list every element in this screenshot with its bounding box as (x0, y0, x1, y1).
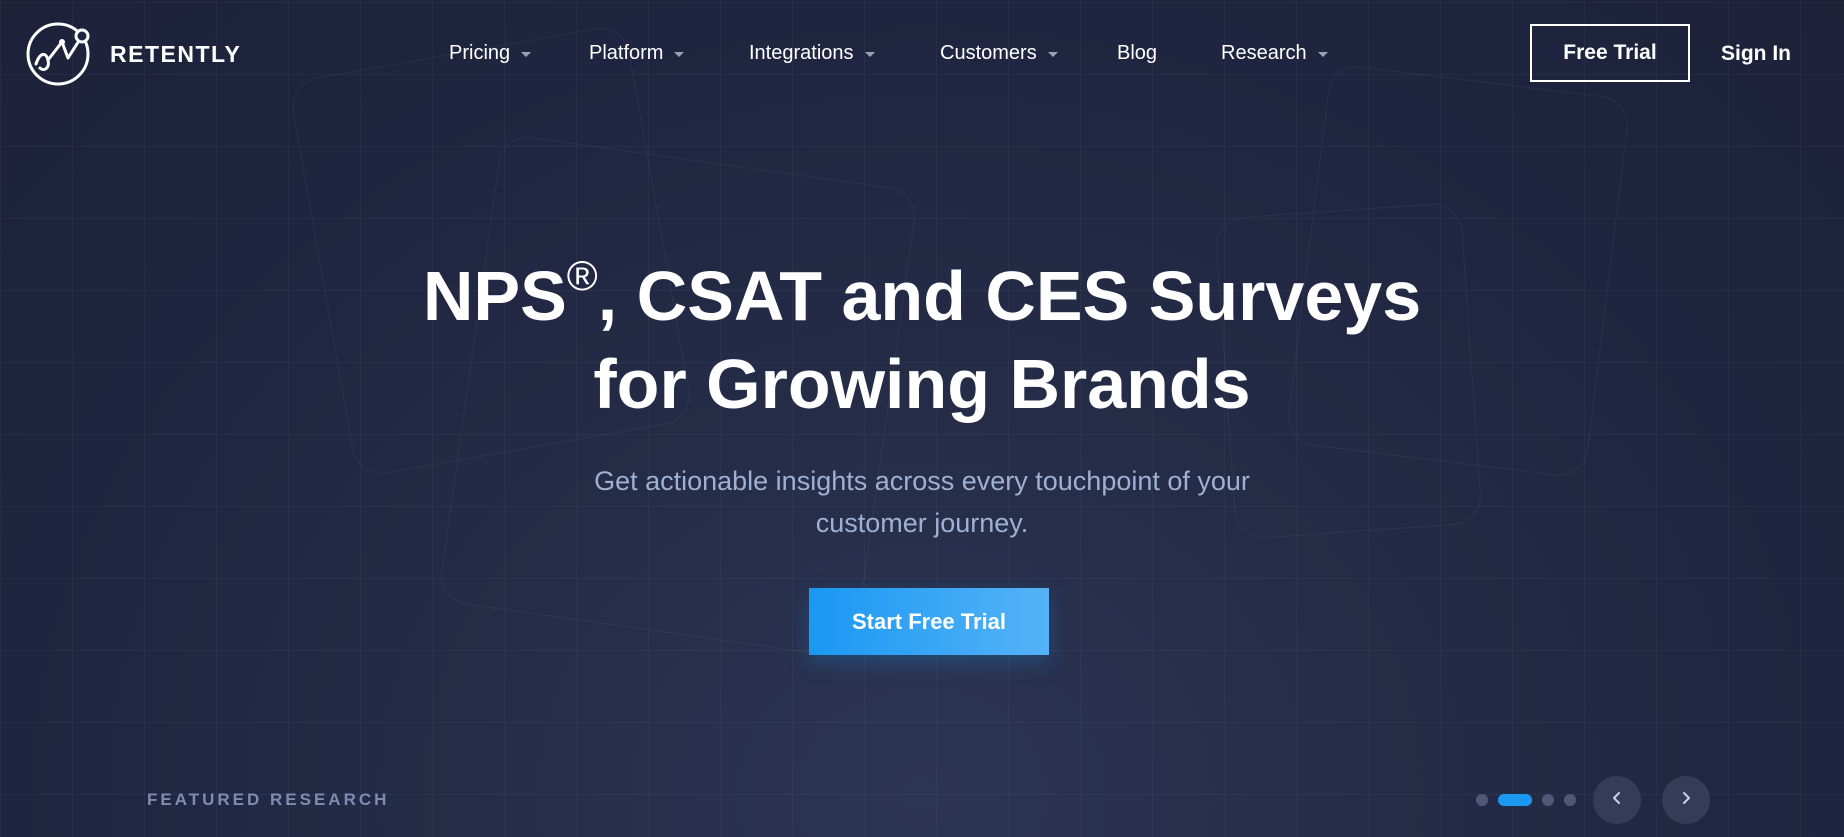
nav-item-customers[interactable]: Customers (940, 42, 1058, 65)
caret-down-icon (1317, 51, 1328, 57)
chevron-left-icon (1609, 790, 1625, 811)
hero-subtitle: Get actionable insights across every tou… (522, 460, 1322, 544)
carousel-dot[interactable] (1564, 794, 1576, 806)
nav-item-research[interactable]: Research (1221, 42, 1328, 65)
nav-item-label: Pricing (449, 42, 511, 64)
caret-down-icon (674, 51, 685, 57)
caret-down-icon (521, 51, 532, 57)
sign-in-link[interactable]: Sign In (1721, 42, 1791, 66)
featured-research-label: FEATURED RESEARCH (147, 790, 390, 809)
nav-item-pricing[interactable]: Pricing (449, 42, 532, 65)
carousel-pagination (1476, 794, 1586, 806)
carousel-dot-active[interactable] (1498, 794, 1532, 806)
nav-item-blog[interactable]: Blog (1117, 42, 1157, 65)
brand-name: RETENTLY (110, 40, 242, 67)
caret-down-icon (864, 51, 875, 57)
carousel-prev-button[interactable] (1593, 776, 1641, 824)
hero-title-rest: , CSAT and CES Surveys (597, 257, 1422, 335)
hero-title-line-2: for Growing Brands (593, 345, 1251, 423)
chevron-right-icon (1678, 790, 1694, 811)
hero-title: NPS®, CSAT and CES Surveys for Growing B… (322, 252, 1522, 428)
brand-logo-link[interactable]: RETENTLY (24, 22, 241, 86)
hero-subtitle-line-2: customer journey. (815, 508, 1029, 538)
nav-item-label: Integrations (749, 42, 854, 64)
nav-item-integrations[interactable]: Integrations (749, 42, 875, 65)
hero-title-nps: NPS (422, 257, 567, 335)
carousel-dot[interactable] (1476, 794, 1488, 806)
hero-subtitle-line-1: Get actionable insights across every tou… (594, 466, 1250, 496)
caret-down-icon (1047, 51, 1058, 57)
free-trial-button[interactable]: Free Trial (1530, 24, 1690, 82)
nav-item-label: Customers (940, 42, 1037, 64)
retently-logo-icon (24, 22, 94, 86)
nav-item-label: Platform (589, 42, 664, 64)
carousel-next-button[interactable] (1662, 776, 1710, 824)
nav-item-platform[interactable]: Platform (589, 42, 685, 65)
carousel-dot[interactable] (1542, 794, 1554, 806)
hero-title-line-1: NPS®, CSAT and CES Surveys (322, 252, 1522, 340)
site-header: RETENTLY Pricing Platform Integrations C… (0, 0, 1844, 110)
start-free-trial-button[interactable]: Start Free Trial (809, 588, 1049, 655)
nav-item-label: Blog (1117, 42, 1158, 64)
nav-item-label: Research (1221, 42, 1307, 64)
registered-mark: ® (566, 251, 598, 299)
